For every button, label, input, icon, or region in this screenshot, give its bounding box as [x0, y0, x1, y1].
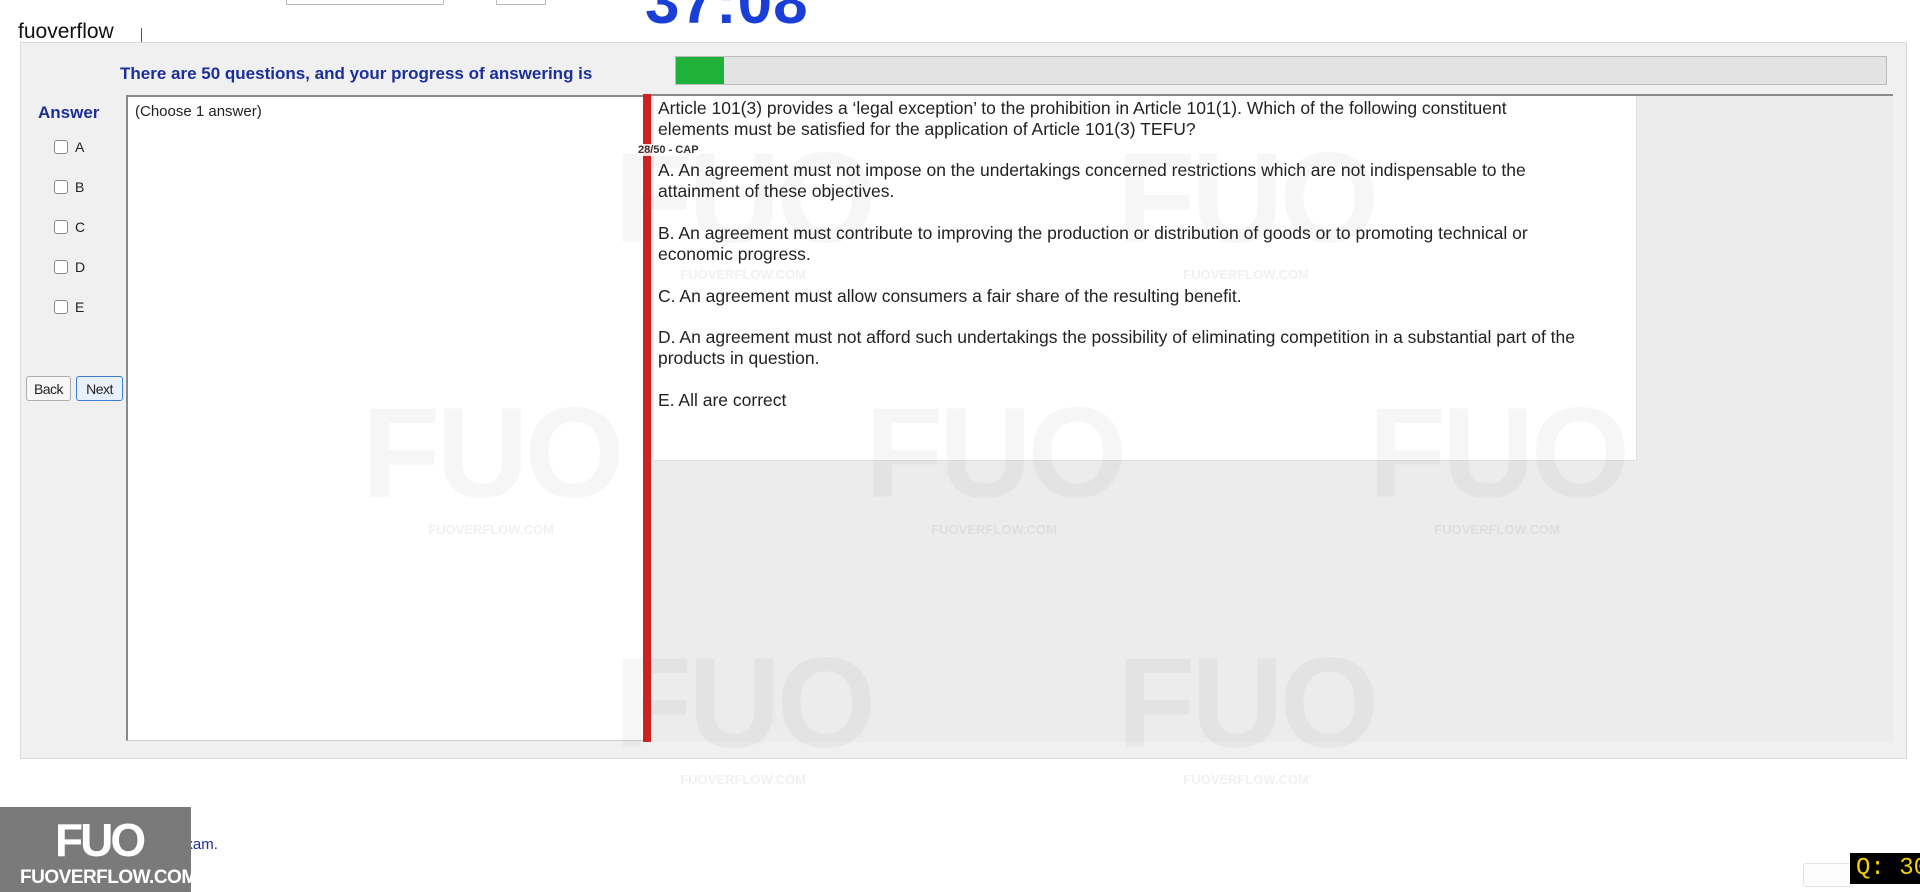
progress-bar-fill — [676, 57, 725, 84]
font-size-field[interactable] — [496, 0, 546, 5]
countdown-timer: 37:08 — [645, 0, 809, 37]
choice-a-text: A. An agreement must not impose on the u… — [658, 160, 1526, 201]
option-e-label: E — [75, 299, 85, 315]
option-d-label: D — [75, 259, 86, 275]
option-c[interactable]: C — [54, 219, 85, 235]
question-counter: Q: 30 — [1850, 853, 1920, 884]
option-b[interactable]: B — [54, 179, 84, 195]
option-e[interactable]: E — [54, 299, 84, 315]
back-button[interactable]: Back — [26, 376, 71, 401]
choice-c-text: C. An agreement must allow consumers a f… — [658, 286, 1242, 306]
answer-text-area[interactable] — [126, 95, 646, 741]
question-stem: Article 101(3) provides a ‘legal excepti… — [658, 98, 1507, 139]
option-a-checkbox[interactable] — [54, 140, 68, 154]
option-c-label: C — [75, 219, 86, 235]
choice-d-text: D. An agreement must not afford such und… — [658, 327, 1575, 368]
logo-text: FUOVERFLOW.COM — [20, 867, 197, 888]
logo-mark: FUO — [55, 814, 146, 866]
option-e-checkbox[interactable] — [54, 300, 68, 314]
progress-bar — [675, 56, 1887, 85]
progress-label: There are 50 questions, and your progres… — [120, 64, 593, 83]
option-b-checkbox[interactable] — [54, 180, 68, 194]
splitter-handle[interactable] — [643, 94, 651, 742]
question-tag: 28/50 - CAP — [638, 144, 699, 156]
fuoverflow-logo: FUO FUOVERFLOW.COM — [0, 807, 197, 892]
brand-label: fuoverflow — [18, 20, 114, 43]
option-c-checkbox[interactable] — [54, 220, 68, 234]
choice-e-text: E. All are correct — [658, 390, 787, 410]
option-a-label: A — [75, 139, 85, 155]
hidden-button[interactable] — [1803, 863, 1853, 887]
choice-b-text: B. An agreement must contribute to impro… — [658, 223, 1528, 264]
choose-hint: (Choose 1 answer) — [135, 103, 262, 120]
option-d-checkbox[interactable] — [54, 260, 68, 274]
option-a[interactable]: A — [54, 139, 84, 155]
option-b-label: B — [75, 179, 85, 195]
answer-title: Answer — [38, 103, 100, 122]
exam-code-field[interactable] — [286, 0, 444, 5]
next-button[interactable]: Next — [76, 376, 123, 401]
option-d[interactable]: D — [54, 259, 85, 275]
